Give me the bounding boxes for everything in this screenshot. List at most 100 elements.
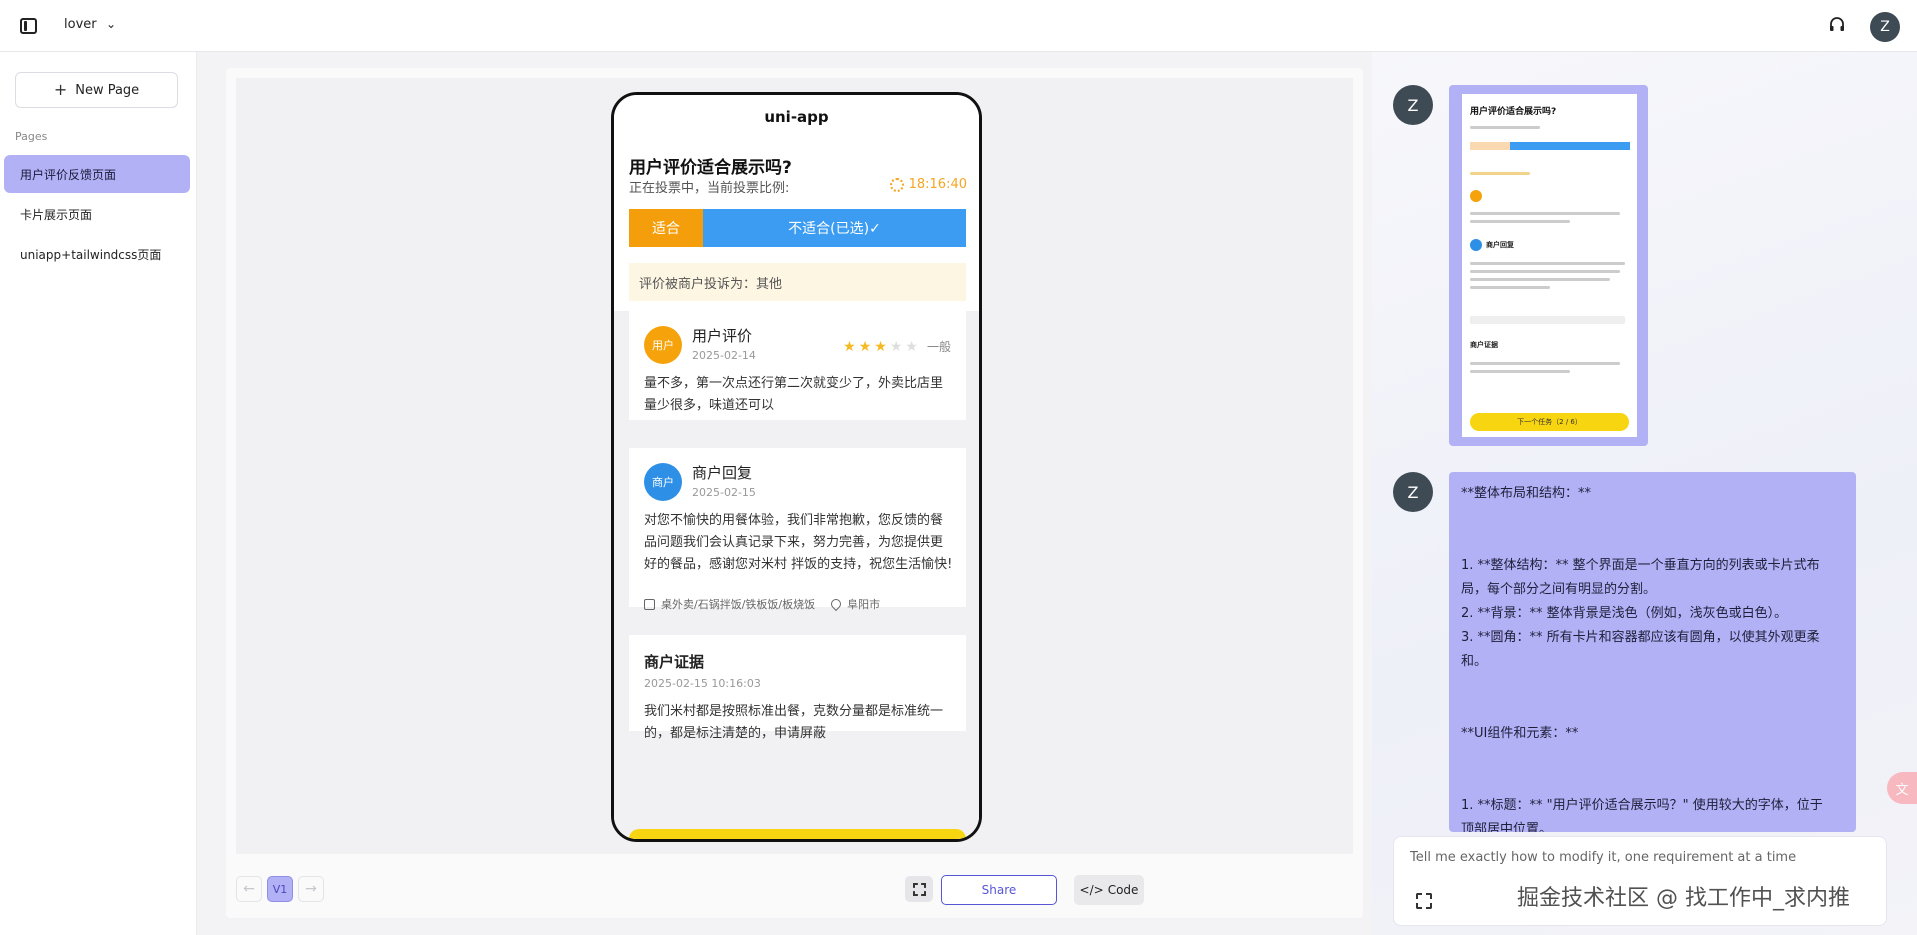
phone-content[interactable]: 用户评价适合展示吗? 正在投票中，当前投票比例: 18:16:40 适合 不适合… — [614, 139, 979, 839]
evidence-text: 我们米村都是按照标准出餐，克数分量都是标准统一的，都是标注清楚的，申请屏蔽 — [644, 704, 944, 741]
thumb-reply-heading: 商户回复 — [1486, 241, 1514, 249]
star-empty-icon: ★ — [905, 338, 918, 355]
merchant-evidence-card: 商户证据 2025-02-15 10:16:03 我们米村都是按照标准出餐，克数… — [629, 635, 966, 745]
vote-status-text: 正在投票中，当前投票比例: — [629, 181, 790, 196]
thumb-line — [1470, 370, 1570, 373]
star-empty-icon: ★ — [889, 338, 903, 355]
star-icon: ★ — [858, 338, 872, 355]
review-author: 用户评价 — [692, 327, 753, 345]
thumb-line — [1470, 172, 1530, 175]
sidebar: + New Page Pages 用户评价反馈页面 卡片展示页面 uniapp+… — [0, 52, 197, 935]
message-line: 1. **整体结构：** 整个界面是一个垂直方向的列表或卡片式布 — [1461, 558, 1820, 573]
prev-version-button[interactable]: ← — [236, 876, 262, 902]
chat-panel: Z 用户评价适合展示吗? 商户回复 商户证据 下一个任务（2 / 6） Z **… — [1372, 52, 1917, 935]
message-line: 和。 — [1461, 654, 1488, 669]
vote-ratio-bar: 适合 不适合(已选)✓ — [629, 209, 966, 247]
thumb-avatar — [1470, 190, 1482, 202]
user-avatar-badge: 用户 — [644, 326, 682, 364]
project-name[interactable]: lover — [64, 17, 97, 32]
screenshot-thumbnail: 用户评价适合展示吗? 商户回复 商户证据 下一个任务（2 / 6） — [1462, 94, 1637, 437]
vote-unsuitable-button[interactable]: 不适合(已选)✓ — [703, 209, 966, 247]
chevron-down-icon[interactable]: ⌄ — [106, 17, 116, 31]
evidence-datetime: 2025-02-15 10:16:03 — [644, 677, 761, 690]
chat-user-avatar: Z — [1393, 85, 1433, 125]
preview-area: uni-app 用户评价适合展示吗? 正在投票中，当前投票比例: 18:16:4… — [197, 52, 1372, 935]
message-line: 1. **标题：** "用户评价适合展示吗？" 使用较大的字体，位于 — [1461, 798, 1823, 813]
rating-text: 一般 — [926, 340, 951, 354]
phone-frame: uni-app 用户评价适合展示吗? 正在投票中，当前投票比例: 18:16:4… — [611, 92, 982, 842]
headset-icon[interactable] — [1828, 16, 1846, 34]
message-gap — [1461, 746, 1844, 794]
shop-icon — [644, 598, 655, 610]
shop-meta: 桌外卖/石锅拌饭/铁板饭/板烧饭 阜阳市 — [644, 596, 880, 612]
thumb-vote-bar-orange — [1470, 142, 1510, 150]
chat-user-avatar: Z — [1393, 472, 1433, 512]
share-button[interactable]: Share — [941, 875, 1057, 905]
timer-value: 18:16:40 — [908, 177, 967, 192]
phone-app-title: uni-app — [614, 95, 979, 139]
message-line: **UI组件和元素：** — [1461, 726, 1579, 741]
element-select-icon[interactable] — [1416, 893, 1432, 909]
thumb-evidence-heading: 商户证据 — [1470, 341, 1498, 349]
preview-toolbar: ← V1 → Share </> Code — [226, 848, 1363, 914]
star-icon: ★ — [843, 338, 856, 355]
sidebar-item-card-display[interactable]: 卡片展示页面 — [4, 195, 190, 233]
message-gap — [1461, 506, 1844, 554]
user-avatar[interactable]: Z — [1870, 12, 1900, 42]
new-page-button[interactable]: + New Page — [15, 72, 178, 108]
message-gap — [1461, 674, 1844, 722]
fullscreen-icon — [912, 882, 926, 896]
new-page-label: New Page — [75, 82, 140, 98]
thumb-next-task: 下一个任务（2 / 6） — [1470, 413, 1629, 431]
code-button[interactable]: </> Code — [1074, 875, 1144, 905]
loading-spinner-icon — [889, 177, 904, 192]
next-version-button[interactable]: → — [298, 876, 324, 902]
code-icon: </> — [1079, 883, 1104, 897]
sidebar-item-user-review[interactable]: 用户评价反馈页面 — [4, 155, 190, 193]
sidebar-toggle-icon[interactable] — [20, 18, 37, 34]
translate-icon[interactable]: 文 — [1887, 772, 1917, 804]
next-task-button[interactable] — [629, 829, 966, 839]
thumb-avatar — [1470, 239, 1482, 251]
code-label: Code — [1107, 883, 1139, 897]
star-rating: ★ ★ ★ ★ ★ 一般 — [843, 338, 951, 355]
vote-suitable-button[interactable]: 适合 — [629, 209, 703, 247]
location-pin-icon — [829, 596, 844, 612]
thumb-line — [1470, 270, 1620, 273]
chat-input-placeholder: Tell me exactly how to modify it, one re… — [1410, 850, 1797, 865]
thumb-line — [1470, 286, 1550, 289]
reply-date: 2025-02-15 — [692, 486, 756, 499]
message-line: 2. **背景：** 整体背景是浅色（例如，浅灰色或白色）。 — [1461, 606, 1788, 621]
watermark: 掘金技术社区 @ 找工作中_求内推 — [1517, 886, 1850, 911]
message-line: 顶部居中位置。 — [1461, 822, 1553, 832]
question-title: 用户评价适合展示吗? — [629, 158, 792, 178]
message-line: 3. **圆角：** 所有卡片和容器都应该有圆角，以使其外观更柔 — [1461, 630, 1820, 645]
message-line: **整体布局和结构：** — [1461, 486, 1592, 501]
cards-container: 用户 用户评价 2025-02-14 ★ ★ ★ ★ ★ 一般 量不多，第一次点… — [614, 311, 979, 839]
shop-category: 桌外卖/石锅拌饭/铁板饭/板烧饭 — [661, 598, 816, 611]
evidence-title: 商户证据 — [644, 653, 705, 671]
user-review-card: 用户 用户评价 2025-02-14 ★ ★ ★ ★ ★ 一般 量不多，第一次点… — [629, 311, 966, 434]
plus-icon: + — [53, 80, 68, 99]
thumb-line — [1470, 362, 1620, 365]
thumb-line — [1470, 220, 1570, 223]
merchant-reply-card: 商户 商户回复 2025-02-15 对您不愉快的用餐体验，我们非常抱歉，您反馈… — [629, 448, 966, 621]
prompt-message: **整体布局和结构：** 1. **整体结构：** 整个界面是一个垂直方向的列表… — [1449, 472, 1856, 832]
countdown-timer: 18:16:40 — [889, 177, 967, 192]
thumb-line — [1470, 126, 1540, 129]
reply-text: 对您不愉快的用餐体验，我们非常抱歉，您反馈的餐品问题我们会认真记录下来，努力完善… — [644, 513, 953, 572]
thumb-line — [1470, 262, 1625, 265]
thumb-line — [1470, 278, 1610, 281]
star-icon: ★ — [874, 338, 887, 355]
top-bar: lover ⌄ Z — [0, 0, 1917, 52]
merchant-avatar-badge: 商户 — [644, 463, 682, 501]
thumb-line — [1470, 316, 1625, 324]
attached-screenshot[interactable]: 用户评价适合展示吗? 商户回复 商户证据 下一个任务（2 / 6） — [1449, 85, 1648, 446]
fullscreen-button[interactable] — [905, 876, 933, 902]
review-text: 量不多，第一次点还行第二次就变少了，外卖比店里量少很多，味道还可以 — [644, 376, 944, 413]
reply-author: 商户回复 — [692, 464, 753, 482]
shop-city: 阜阳市 — [847, 598, 881, 611]
version-badge[interactable]: V1 — [267, 876, 293, 902]
sidebar-item-uniapp-tailwind[interactable]: uniapp+tailwindcss页面 — [4, 235, 190, 273]
complaint-notice: 评价被商户投诉为：其他 — [629, 263, 966, 301]
